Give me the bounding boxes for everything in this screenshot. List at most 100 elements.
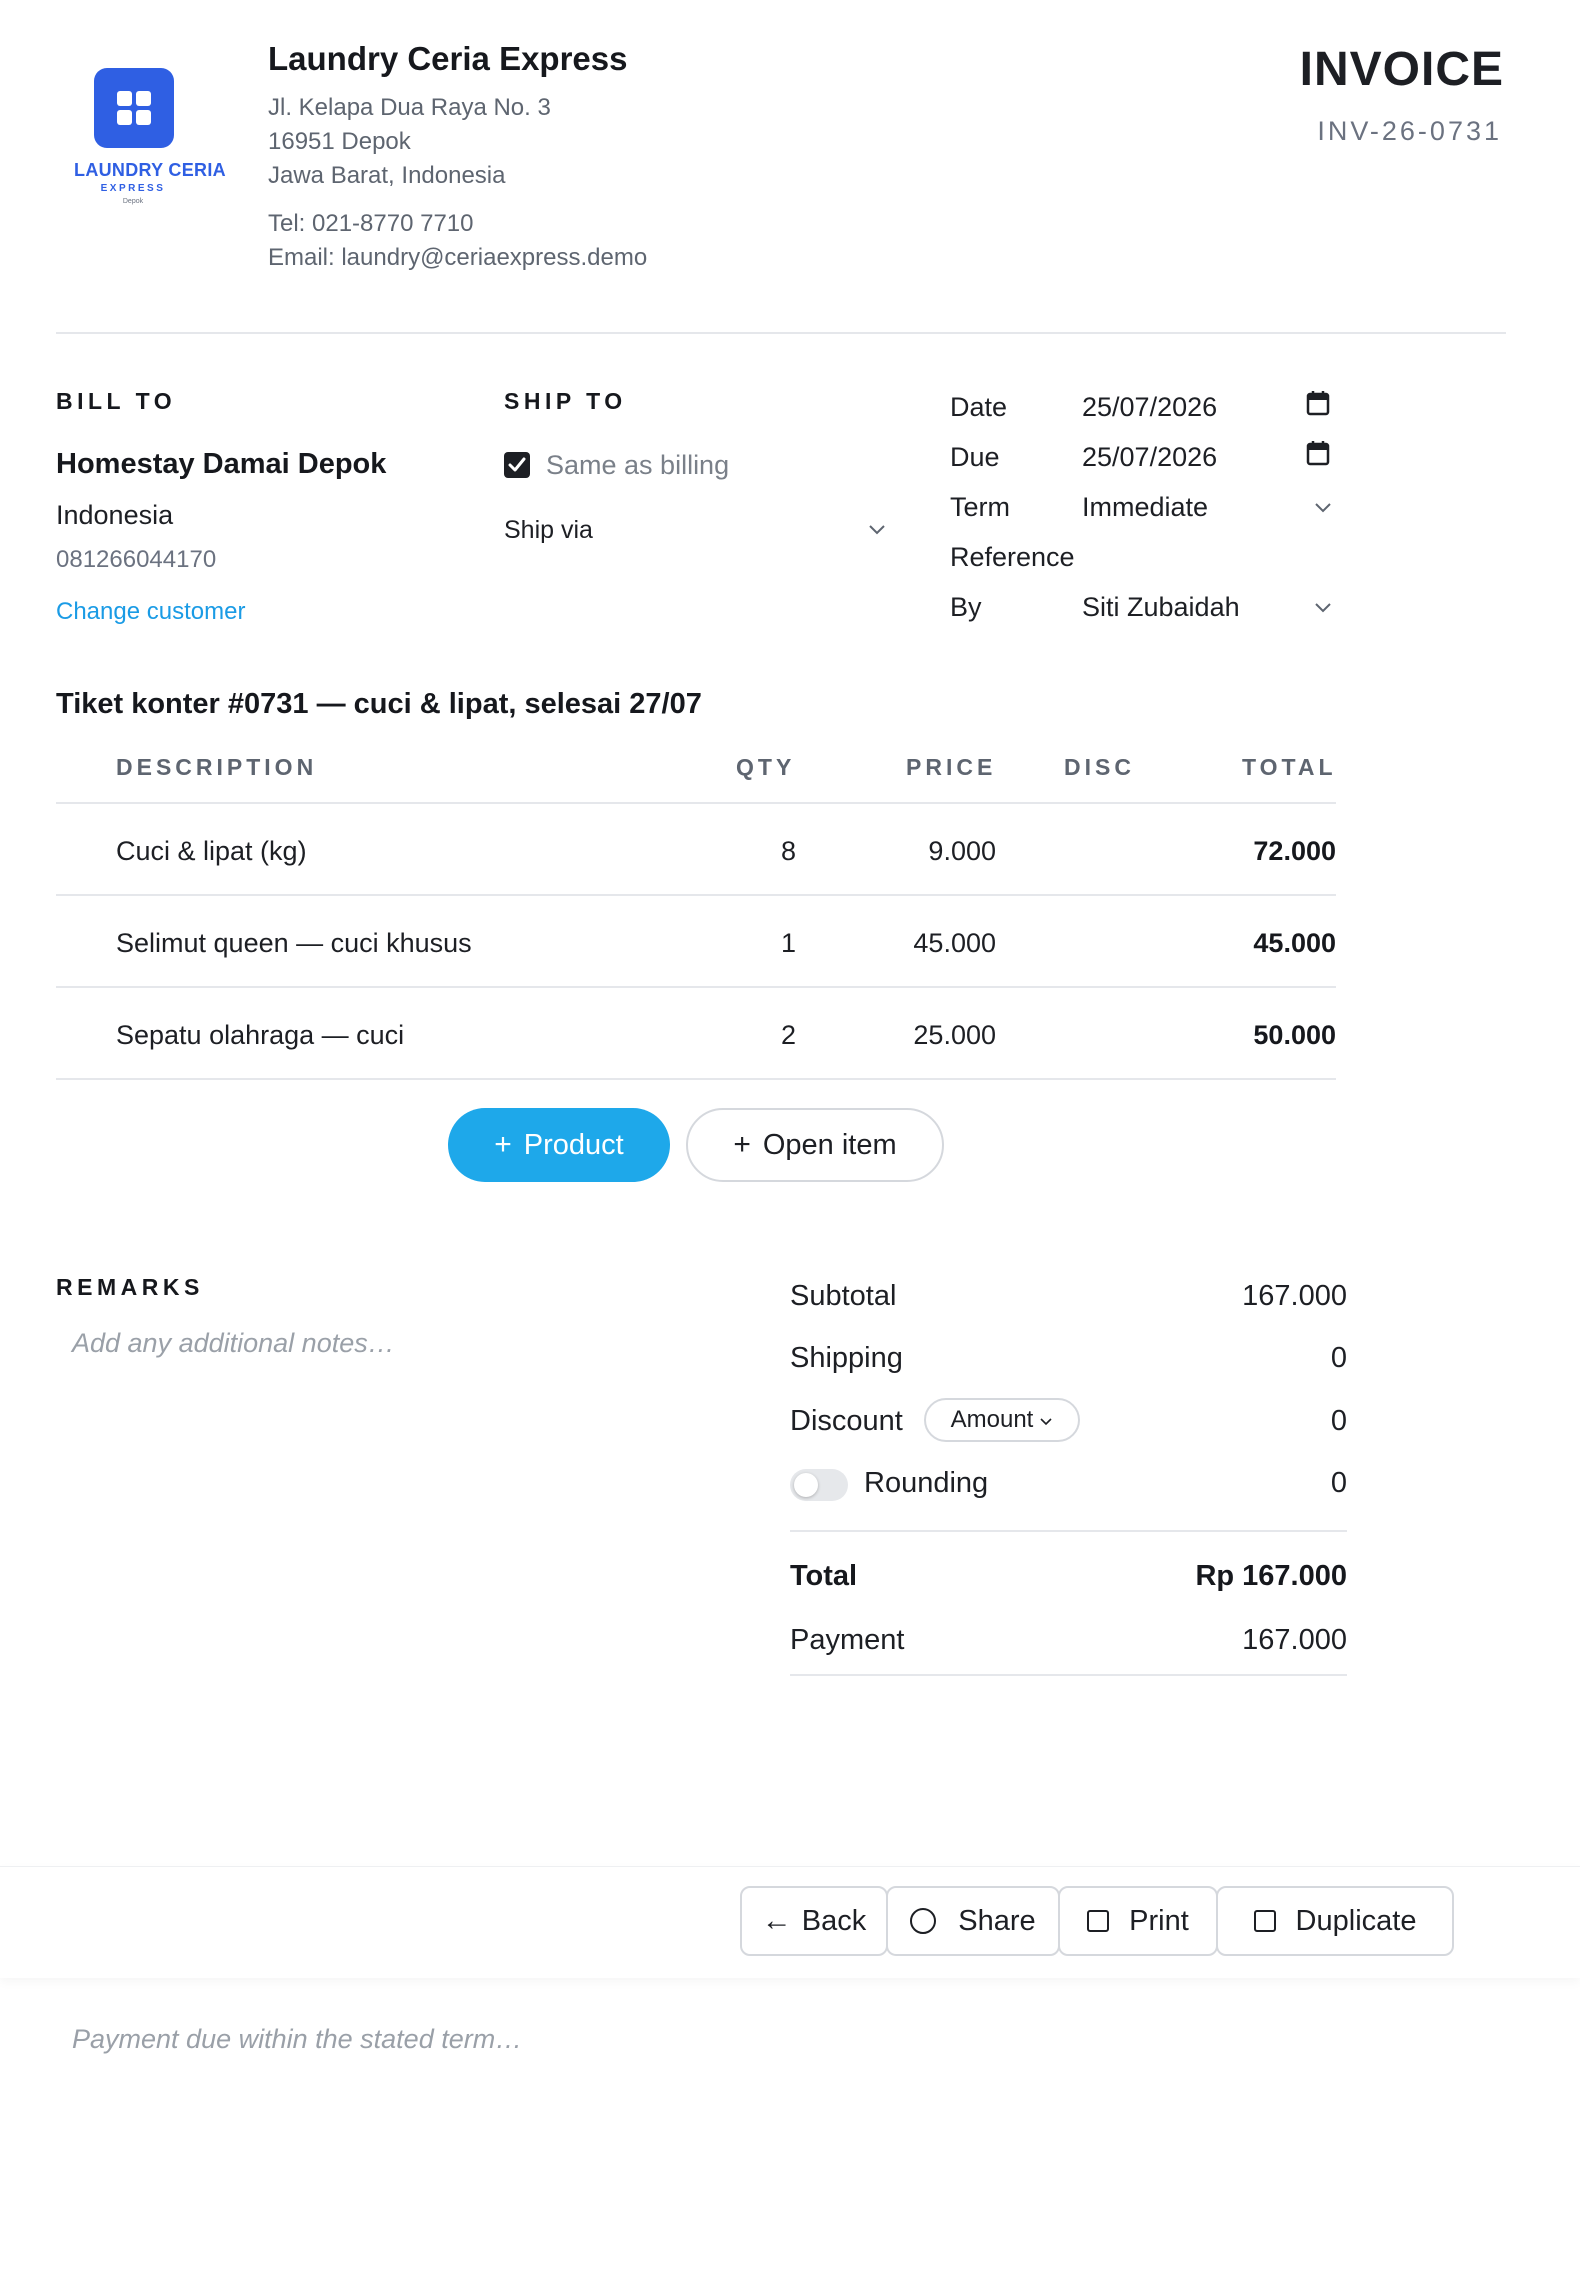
payment-value[interactable]: 167.000 xyxy=(1242,1624,1347,1657)
subtotal-label: Subtotal xyxy=(790,1280,897,1312)
row-price[interactable]: 45.000 xyxy=(913,928,996,959)
date-label: Date xyxy=(950,392,1008,422)
row-description[interactable]: Sepatu olahraga — cuci xyxy=(116,1020,404,1051)
header-divider xyxy=(56,332,1506,334)
share-icon xyxy=(910,1908,937,1934)
duplicate-label: Duplicate xyxy=(1295,1904,1417,1937)
grid-icon xyxy=(117,91,151,125)
customer-phone: 081266044170 xyxy=(56,546,217,573)
chevron-down-icon[interactable] xyxy=(1314,598,1332,616)
col-price-header: PRICE xyxy=(906,754,997,780)
invoice-number: INV-26-0731 xyxy=(1317,116,1502,146)
print-button[interactable]: Print xyxy=(1058,1886,1218,1956)
calendar-icon[interactable] xyxy=(1306,390,1330,416)
chevron-down-icon[interactable] xyxy=(868,520,886,538)
row-total: 45.000 xyxy=(1253,928,1336,958)
duplicate-icon xyxy=(1253,1910,1276,1932)
invoice-page: LAUNDRY CERIA EXPRESS Depok Laundry Ceri… xyxy=(0,0,1580,2270)
row-total: 50.000 xyxy=(1253,1020,1336,1050)
toggle-knob xyxy=(794,1473,818,1497)
reference-label: Reference xyxy=(950,542,1075,572)
col-total-header: TOTAL xyxy=(1242,754,1337,780)
print-label: Print xyxy=(1129,1904,1189,1937)
row-description[interactable]: Cuci & lipat (kg) xyxy=(116,836,307,867)
table-divider xyxy=(56,1078,1336,1080)
same-as-billing-checkbox[interactable] xyxy=(504,452,530,478)
plus-icon: + xyxy=(494,1128,512,1161)
back-label: Back xyxy=(801,1904,867,1937)
discount-mode-value: Amount xyxy=(950,1406,1034,1433)
row-description[interactable]: Selimut queen — cuci khusus xyxy=(116,928,472,959)
calendar-icon[interactable] xyxy=(1306,440,1330,466)
shipping-label: Shipping xyxy=(790,1342,903,1374)
share-label: Share xyxy=(958,1904,1036,1937)
term-label: Term xyxy=(950,492,1010,522)
remarks-input[interactable]: Add any additional notes… xyxy=(72,1328,395,1359)
table-divider xyxy=(56,802,1336,804)
remarks-label: REMARKS xyxy=(56,1274,204,1300)
rounding-toggle[interactable] xyxy=(790,1469,848,1501)
summary-divider xyxy=(790,1674,1347,1676)
by-select[interactable]: Siti Zubaidah xyxy=(1082,592,1240,623)
duplicate-button[interactable]: Duplicate xyxy=(1216,1886,1454,1956)
company-email: Email: laundry@ceriaexpress.demo xyxy=(268,244,648,271)
ship-to-label: SHIP TO xyxy=(504,388,627,414)
chevron-down-icon[interactable] xyxy=(1314,498,1332,516)
same-as-billing-label[interactable]: Same as billing xyxy=(546,450,729,481)
rounding-value: 0 xyxy=(1330,1467,1347,1499)
logo-name: LAUNDRY CERIA xyxy=(74,160,226,180)
shipping-value[interactable]: 0 xyxy=(1331,1342,1347,1375)
company-name: Laundry Ceria Express xyxy=(268,40,628,77)
due-label: Due xyxy=(950,442,1000,472)
col-disc-header: DISC xyxy=(1064,754,1135,780)
ship-via-select[interactable]: Ship via xyxy=(504,516,593,545)
company-logo xyxy=(94,68,174,148)
term-select[interactable]: Immediate xyxy=(1082,492,1208,523)
total-label: Total xyxy=(790,1560,858,1592)
col-qty-header: QTY xyxy=(736,754,796,780)
date-input[interactable]: 25/07/2026 xyxy=(1082,392,1217,423)
customer-country: Indonesia xyxy=(56,500,174,530)
back-button[interactable]: ← Back xyxy=(740,1886,888,1956)
logo-city: Depok xyxy=(122,198,144,205)
bill-to-label: BILL TO xyxy=(56,388,177,414)
share-button[interactable]: Share xyxy=(886,1886,1060,1956)
payment-label: Payment xyxy=(790,1624,905,1656)
total-value: Rp 167.000 xyxy=(1195,1560,1347,1592)
subtotal-value: 167.000 xyxy=(1242,1280,1347,1312)
rounding-label: Rounding xyxy=(864,1467,989,1499)
discount-mode-select[interactable]: Amount xyxy=(924,1398,1080,1442)
row-qty[interactable]: 2 xyxy=(781,1020,796,1051)
add-product-label: Product xyxy=(523,1128,624,1161)
company-tel: Tel: 021-8770 7710 xyxy=(268,210,474,237)
row-total: 72.000 xyxy=(1253,836,1336,866)
company-address-line: Jawa Barat, Indonesia xyxy=(268,162,506,189)
row-qty[interactable]: 8 xyxy=(781,836,796,867)
arrow-left-icon: ← xyxy=(761,1904,792,1937)
plus-icon: + xyxy=(733,1128,751,1161)
add-open-item-button[interactable]: + Open item xyxy=(686,1108,944,1182)
table-divider xyxy=(56,894,1336,896)
summary-divider xyxy=(790,1530,1347,1532)
line-items-title: Tiket konter #0731 — cuci & lipat, seles… xyxy=(56,688,702,720)
company-address-line: 16951 Depok xyxy=(268,128,411,155)
invoice-title: INVOICE xyxy=(1299,43,1504,96)
discount-label: Discount xyxy=(790,1405,903,1437)
add-open-item-label: Open item xyxy=(762,1128,897,1161)
change-customer-link[interactable]: Change customer xyxy=(56,598,245,626)
check-icon xyxy=(508,457,526,472)
by-label: By xyxy=(950,592,982,622)
print-icon xyxy=(1087,1910,1110,1932)
row-qty[interactable]: 1 xyxy=(781,928,796,959)
chevron-down-icon xyxy=(1040,1418,1052,1426)
due-input[interactable]: 25/07/2026 xyxy=(1082,442,1217,473)
row-price[interactable]: 25.000 xyxy=(913,1020,996,1051)
discount-value[interactable]: 0 xyxy=(1331,1405,1347,1438)
row-price[interactable]: 9.000 xyxy=(928,836,996,867)
terms-input[interactable]: Payment due within the stated term… xyxy=(72,2024,522,2055)
logo-sub: EXPRESS xyxy=(100,183,166,194)
col-description-header: DESCRIPTION xyxy=(116,754,318,780)
company-address-line: Jl. Kelapa Dua Raya No. 3 xyxy=(268,94,551,121)
add-product-button[interactable]: + Product xyxy=(448,1108,670,1182)
table-divider xyxy=(56,986,1336,988)
